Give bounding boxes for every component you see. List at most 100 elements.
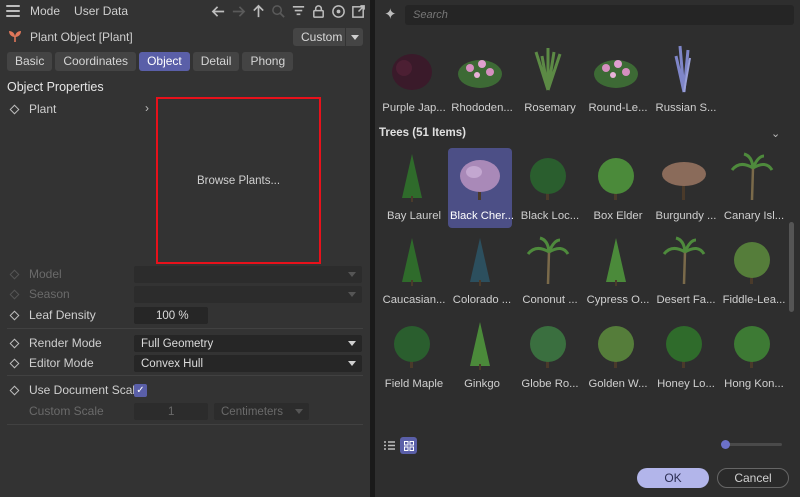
plant-item[interactable]: Box Elder: [584, 148, 648, 228]
hamburger-menu-icon[interactable]: [6, 5, 20, 17]
plant-item[interactable]: Ginkgo: [448, 316, 512, 396]
menu-user-data[interactable]: User Data: [74, 4, 128, 18]
render-mode-label: Render Mode: [29, 336, 102, 350]
plant-item[interactable]: Bay Laurel: [380, 148, 444, 228]
plant-browser: ✦ Search Purple Jap... Rhododen... Rosemar…: [375, 0, 800, 497]
tab-basic[interactable]: Basic: [7, 52, 53, 71]
plant-item[interactable]: Burgundy ...: [652, 148, 716, 228]
divider: [7, 424, 363, 425]
plant-item-label: Field Maple: [384, 378, 444, 390]
plant-item[interactable]: Honey Lo...: [652, 316, 716, 396]
keyframe-diamond-icon[interactable]: [9, 104, 20, 114]
custom-scale-label: Custom Scale: [29, 404, 104, 418]
keyframe-diamond-icon[interactable]: [9, 310, 20, 320]
new-window-icon[interactable]: [350, 3, 366, 19]
plant-item-label: Rosemary: [524, 102, 576, 114]
tab-object[interactable]: Object: [139, 52, 190, 71]
custom-scale-unit-dropdown: Centimeters: [214, 403, 309, 420]
plant-item[interactable]: Black Cher...: [448, 148, 514, 228]
forward-arrow-icon[interactable]: [230, 3, 246, 19]
plant-item[interactable]: Canary Isl...: [720, 148, 784, 228]
plant-item-label: Fiddle-Lea...: [722, 294, 786, 306]
chevron-down-icon[interactable]: ⌄: [771, 127, 780, 140]
plant-item[interactable]: Caucasian...: [380, 232, 445, 312]
tab-phong[interactable]: Phong: [242, 52, 294, 71]
plant-item[interactable]: Globe Ro...: [516, 316, 580, 396]
menubar: Mode User Data: [0, 0, 370, 22]
list-view-icon[interactable]: [381, 437, 398, 454]
plant-item-label: Canary Isl...: [723, 210, 785, 222]
plant-item[interactable]: Rosemary: [516, 40, 580, 120]
browse-plants-button[interactable]: Browse Plants...: [156, 97, 321, 264]
custom-scale-input: 1: [134, 403, 208, 420]
plant-item-label: Purple Jap...: [382, 102, 446, 114]
category-title: Trees (51 Items): [379, 127, 466, 139]
plant-thumbnail: [586, 42, 646, 97]
chevron-right-icon[interactable]: ›: [145, 101, 149, 115]
plant-item-label: Desert Fa...: [656, 294, 716, 306]
lock-icon[interactable]: [310, 3, 326, 19]
plant-thumbnail: [518, 150, 578, 205]
tab-detail[interactable]: Detail: [192, 52, 240, 71]
doc-scale-checkbox[interactable]: ✓: [134, 384, 147, 397]
ok-button[interactable]: OK: [637, 468, 709, 488]
plant-item[interactable]: Fiddle-Lea...: [720, 232, 785, 312]
up-arrow-icon[interactable]: [250, 3, 266, 19]
plant-thumbnail: [450, 42, 510, 97]
plant-item[interactable]: Hong Kon...: [720, 316, 784, 396]
chevron-down-icon[interactable]: [345, 28, 363, 46]
thumbnail-size-slider[interactable]: [721, 440, 782, 449]
plant-item-label: Rhododen...: [451, 102, 513, 114]
plant-item-label: Burgundy ...: [655, 210, 717, 222]
plant-item[interactable]: Golden W...: [584, 316, 648, 396]
keyframe-diamond-icon: [9, 269, 20, 279]
cancel-button[interactable]: Cancel: [717, 468, 789, 488]
plant-item[interactable]: Round-Le...: [584, 40, 648, 120]
search-icon[interactable]: [270, 3, 286, 19]
menu-mode[interactable]: Mode: [30, 4, 60, 18]
plant-thumbnail: [722, 318, 782, 373]
plant-item[interactable]: Desert Fa...: [652, 232, 716, 312]
plant-item[interactable]: Cypress O...: [584, 232, 649, 312]
search-input[interactable]: Search: [405, 5, 794, 25]
category-header[interactable]: Trees (51 Items) ⌄: [379, 127, 789, 140]
render-mode-dropdown[interactable]: Full Geometry: [134, 335, 362, 352]
plant-item-label: Golden W...: [588, 378, 648, 390]
plant-thumbnail: [654, 234, 714, 289]
plant-thumbnail: [654, 150, 714, 205]
preset-value[interactable]: Custom: [293, 28, 345, 46]
editor-mode-dropdown[interactable]: Convex Hull: [134, 355, 362, 372]
plant-item-label: Russian S...: [655, 102, 717, 114]
plant-thumbnail: [382, 150, 442, 205]
plant-item[interactable]: Colorado ...: [448, 232, 512, 312]
plant-thumbnail: [654, 318, 714, 373]
scrollbar-thumb[interactable]: [789, 222, 794, 312]
filter-icon[interactable]: [290, 3, 306, 19]
tab-coordinates[interactable]: Coordinates: [55, 52, 137, 71]
plant-item-label: Colorado ...: [452, 294, 512, 306]
editor-mode-value: Convex Hull: [141, 357, 203, 370]
target-icon[interactable]: [330, 3, 346, 19]
plant-item[interactable]: Rhododen...: [448, 40, 513, 120]
grid-view-icon[interactable]: [400, 437, 417, 454]
keyframe-diamond-icon[interactable]: [9, 358, 20, 368]
plant-thumbnail: [586, 318, 646, 373]
model-dropdown: [134, 266, 362, 283]
leaf-density-label: Leaf Density: [29, 308, 96, 322]
plant-item[interactable]: Black Loc...: [516, 148, 580, 228]
plant-item-label: Bay Laurel: [386, 210, 441, 222]
plant-thumbnail: [450, 234, 510, 289]
plant-item[interactable]: Cononut ...: [516, 232, 580, 312]
keyframe-diamond-icon[interactable]: [9, 385, 20, 395]
slider-knob[interactable]: [721, 440, 730, 449]
plant-item[interactable]: Field Maple: [380, 316, 444, 396]
plant-thumbnail: [722, 234, 782, 289]
plant-item[interactable]: Purple Jap...: [380, 40, 446, 120]
preset-dropdown[interactable]: Custom: [293, 28, 363, 46]
plant-item[interactable]: Russian S...: [652, 40, 716, 120]
back-arrow-icon[interactable]: [210, 3, 226, 19]
plant-thumbnail: [382, 42, 442, 97]
keyframe-diamond-icon[interactable]: [9, 338, 20, 348]
plant-item-label: Ginkgo: [464, 378, 500, 390]
leaf-density-input[interactable]: 100 %: [134, 307, 208, 324]
